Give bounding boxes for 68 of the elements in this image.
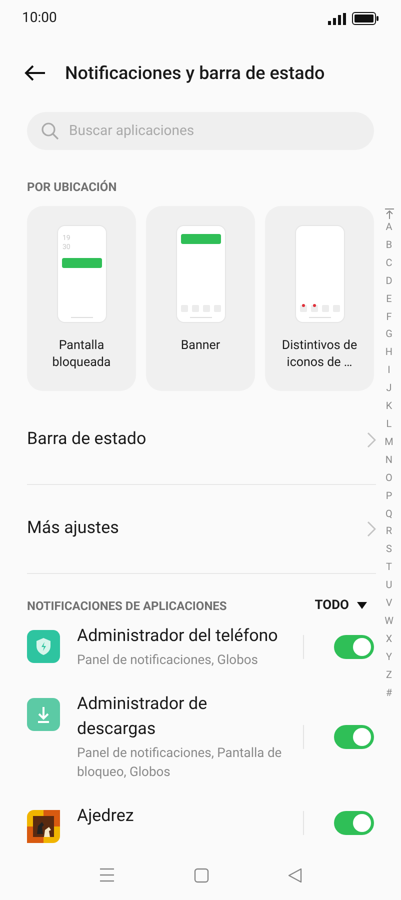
app-name: Ajedrez [77,804,135,828]
card-label: Banner [180,337,220,354]
signal-icon [328,12,346,24]
back-triangle-icon[interactable] [288,868,302,882]
page-title: Notificaciones y barra de estado [65,62,325,86]
index-letter[interactable]: S [386,541,392,560]
shield-icon [27,630,60,662]
search-icon [41,122,59,140]
settings-row[interactable]: Barra de estado [27,396,376,485]
section-header: NOTIFICACIONES DE APLICACIONES [27,598,227,615]
index-letter[interactable]: A [386,219,392,237]
index-letter[interactable]: O [386,470,392,488]
index-letter[interactable]: E [386,290,392,309]
home-icon[interactable] [194,868,209,882]
card-label: Pantalla bloqueada [51,337,112,371]
app-detail: Panel de notificaciones, Pantalla de bloqueo, Globos [77,744,283,782]
chevron-right-icon [367,432,376,448]
index-letter[interactable]: N [385,452,393,470]
notification-bar [62,258,102,268]
index-letter[interactable]: B [386,236,392,255]
menu-icon[interactable] [99,868,116,882]
app-icon-placeholder [310,305,318,312]
index-letter[interactable]: H [385,344,393,362]
index-letter[interactable]: L [386,416,392,434]
app-icon-placeholder [300,305,306,312]
index-letter[interactable]: X [386,630,392,649]
toggle-switch[interactable] [334,634,374,658]
index-letter[interactable]: P [386,488,392,506]
index-letter[interactable]: I [388,362,390,380]
index-letter[interactable]: W [384,612,394,631]
index-letter[interactable]: M [384,434,394,452]
app-name: Administrador de descargas [77,692,208,740]
index-letter[interactable]: J [386,380,392,398]
chess-icon [27,810,60,842]
toggle-switch[interactable] [334,724,374,748]
index-letter[interactable]: G [386,326,392,344]
row-label: Más ajustes [27,517,119,540]
battery-icon [352,12,379,25]
index-letter[interactable]: # [386,684,392,702]
index-letter[interactable]: C [386,254,392,273]
app-detail: Panel de notificaciones, Globos [77,652,259,670]
row-label: Barra de estado [27,428,146,452]
download-icon [27,698,60,730]
caret-icon [357,602,367,610]
notification-bar [180,234,220,244]
app-name: Administrador del teléfono [77,624,279,648]
index-letter[interactable]: R [386,523,392,542]
index-letter[interactable]: K [386,398,392,416]
status-time: 10:00 [22,9,57,28]
scroll-top-icon [384,208,394,219]
location-card[interactable]: Banner [146,206,255,391]
location-card[interactable]: Distintivos de iconos de … [265,206,374,391]
index-letter[interactable]: F [386,308,392,326]
filter-dropdown[interactable]: TODO [314,596,367,616]
index-letter[interactable]: V [386,595,392,613]
index-letter[interactable]: Y [386,648,392,667]
card-label: Distintivos de iconos de … [280,337,358,371]
index-letter[interactable]: T [386,559,392,578]
index-letter[interactable]: Q [386,506,392,524]
toggle-switch[interactable] [334,811,374,835]
search-field[interactable]: Buscar aplicaciones [27,112,374,150]
index-letter[interactable]: Z [386,666,392,685]
index-letter[interactable]: U [386,577,392,596]
back-arrow-icon [24,65,46,81]
index-letter[interactable]: D [386,272,392,291]
section-header: POR UBICACIÓN [27,179,118,196]
settings-row[interactable]: Más ajustes [27,485,376,574]
chevron-right-icon [367,521,376,537]
